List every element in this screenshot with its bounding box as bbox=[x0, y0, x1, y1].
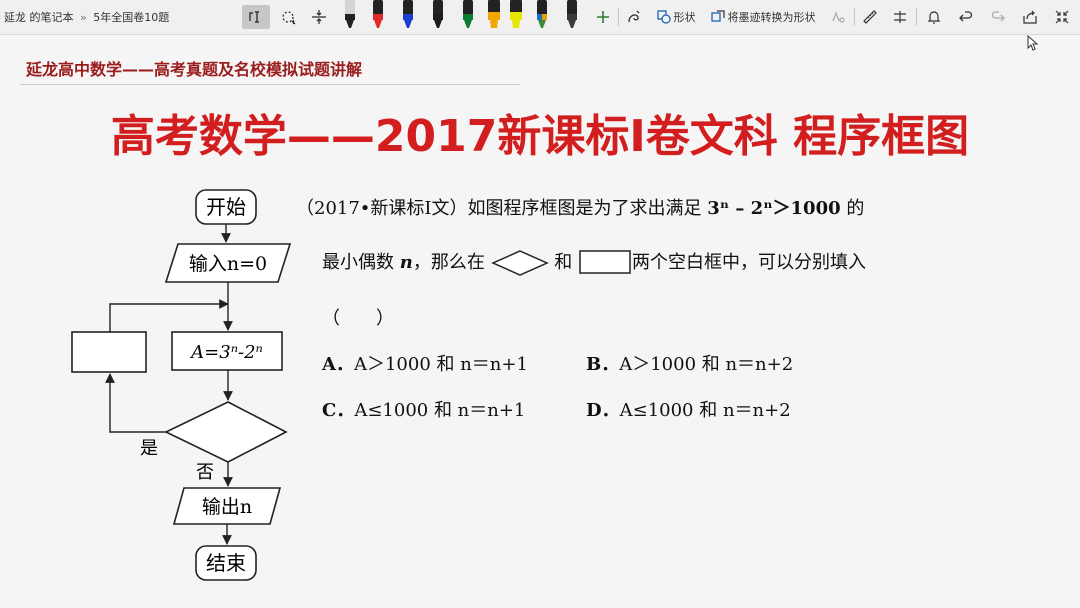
flow-yes-arrow bbox=[105, 373, 166, 433]
flowchart: 开始 输入n=0 A=3ⁿ-2ⁿ 是 否 输出n 结束 bbox=[71, 189, 292, 581]
ink-math-icon bbox=[832, 11, 845, 23]
pen-black-icon[interactable] bbox=[342, 0, 358, 30]
option-c-text: A≤1000 和 n＝n+1 bbox=[354, 400, 526, 421]
subtitle-underline bbox=[20, 84, 520, 85]
question-line2-suffix: 两个空白框中，可以分别填入 bbox=[632, 252, 867, 273]
option-a-label: A． bbox=[322, 354, 354, 375]
redo-button[interactable] bbox=[986, 5, 1010, 29]
option-a-text: A＞1000 和 n＝n+1 bbox=[353, 354, 528, 375]
insert-space-icon bbox=[312, 10, 326, 24]
ink-to-shape-label: 将墨迹转换为形状 bbox=[727, 11, 816, 24]
ink-to-shape-icon bbox=[710, 10, 725, 22]
option-d-label: D． bbox=[586, 400, 620, 421]
lasso-icon bbox=[282, 11, 296, 25]
question-line2-prefix: 最小偶数 bbox=[322, 252, 400, 273]
ink-replay-icon bbox=[628, 10, 640, 23]
undo-icon bbox=[959, 11, 973, 22]
toolbar-divider bbox=[854, 8, 855, 26]
breadcrumb-separator: » bbox=[80, 11, 87, 24]
flow-output-label: 输出n bbox=[202, 496, 252, 518]
add-pen-button[interactable] bbox=[592, 5, 614, 29]
diamond-shape-icon bbox=[490, 250, 549, 276]
question-stem-prefix: （2017•新课标Ⅰ文）如图程序框图是为了求出满足 bbox=[296, 198, 708, 219]
breadcrumb: 延龙 的笔记本 » 5年全国卷10题 bbox=[4, 9, 169, 25]
flow-start-label: 开始 bbox=[206, 195, 246, 219]
equation-icon bbox=[894, 11, 906, 23]
pen-gray-icon[interactable] bbox=[564, 0, 580, 30]
pen-dark-icon[interactable] bbox=[430, 0, 446, 30]
collapse-icon bbox=[1055, 10, 1069, 24]
answer-parentheses: （ ） bbox=[322, 308, 394, 329]
flow-input-label: 输入n=0 bbox=[189, 253, 267, 275]
ruler-button[interactable] bbox=[858, 5, 882, 29]
question-stem-suffix: 的 bbox=[840, 198, 865, 219]
option-d-text: A≤1000 和 n＝n+2 bbox=[619, 400, 791, 421]
option-b[interactable]: B．A＞1000 和 n＝n+2 bbox=[586, 350, 793, 376]
question-inequality: 3ⁿ – 2ⁿ＞1000 bbox=[707, 198, 841, 219]
toolbar-divider bbox=[618, 8, 619, 26]
pen-multicolor-icon[interactable] bbox=[534, 0, 550, 30]
course-subtitle: 延龙高中数学——高考真题及名校模拟试题讲解 bbox=[26, 60, 363, 79]
question-line2-mid: ，那么在 bbox=[412, 252, 485, 273]
breadcrumb-page[interactable]: 5年全国卷10题 bbox=[93, 11, 169, 24]
collapse-button[interactable] bbox=[1050, 5, 1074, 29]
ink-toolbar: 延龙 的笔记本 » 5年全国卷10题 形状 将墨迹转换为形状 bbox=[0, 0, 1080, 35]
notifications-button[interactable] bbox=[922, 5, 946, 29]
option-a[interactable]: A．A＞1000 和 n＝n+1 bbox=[322, 350, 528, 376]
ink-to-shape-button[interactable]: 将墨迹转换为形状 bbox=[710, 5, 816, 29]
breadcrumb-notebook[interactable]: 延龙 的笔记本 bbox=[4, 11, 74, 24]
toolbar-divider bbox=[916, 8, 917, 26]
question-line-2: 最小偶数 n，那么在 和 两个空白框中，可以分别填入 bbox=[322, 248, 866, 277]
share-button[interactable] bbox=[1018, 5, 1042, 29]
option-c[interactable]: C．A≤1000 和 n＝n+1 bbox=[322, 396, 525, 422]
highlighter-yellow-icon[interactable] bbox=[508, 0, 524, 30]
redo-icon bbox=[991, 11, 1005, 22]
question-and: 和 bbox=[554, 252, 573, 273]
question-variable: n bbox=[399, 252, 413, 273]
flow-no-label: 否 bbox=[196, 462, 214, 483]
pen-blue-icon[interactable] bbox=[400, 0, 416, 30]
bell-icon bbox=[927, 11, 941, 24]
ink-to-text-button[interactable] bbox=[622, 5, 646, 29]
question-line-1: （2017•新课标Ⅰ文）如图程序框图是为了求出满足 3ⁿ – 2ⁿ＞1000 的 bbox=[296, 194, 864, 220]
flow-end-label: 结束 bbox=[206, 551, 246, 575]
share-icon bbox=[1023, 10, 1037, 24]
lasso-select-button[interactable] bbox=[242, 5, 270, 29]
flow-yes-label: 是 bbox=[140, 438, 158, 459]
flow-process-blank bbox=[71, 331, 147, 373]
shapes-icon bbox=[656, 10, 671, 24]
flow-decision-blank bbox=[164, 401, 288, 463]
mouse-cursor-icon bbox=[1027, 35, 1039, 51]
option-b-label: B． bbox=[586, 354, 620, 375]
ruler-icon bbox=[863, 10, 877, 24]
pen-green-icon[interactable] bbox=[460, 0, 476, 30]
flow-process-label: A=3ⁿ-2ⁿ bbox=[189, 342, 263, 363]
page-title: 高考数学——2017新课标Ⅰ卷文科 程序框图 bbox=[110, 111, 970, 162]
flow-loop-arrow bbox=[109, 299, 229, 332]
highlighter-orange-icon[interactable] bbox=[486, 0, 502, 30]
pen-red-icon[interactable] bbox=[370, 0, 386, 30]
insert-space-button[interactable] bbox=[306, 5, 332, 29]
ink-to-math-button[interactable] bbox=[826, 5, 850, 29]
add-space-button[interactable] bbox=[275, 5, 301, 29]
shapes-label: 形状 bbox=[673, 11, 696, 24]
undo-button[interactable] bbox=[954, 5, 978, 29]
shapes-button[interactable]: 形状 bbox=[654, 5, 698, 29]
lasso-select-icon bbox=[249, 11, 259, 23]
rectangle-shape-icon bbox=[579, 250, 631, 274]
protractor-button[interactable] bbox=[888, 5, 912, 29]
plus-icon bbox=[597, 11, 609, 23]
option-c-label: C． bbox=[322, 400, 355, 421]
pen-palette bbox=[338, 0, 588, 34]
option-d[interactable]: D．A≤1000 和 n＝n+2 bbox=[586, 396, 791, 422]
option-b-text: A＞1000 和 n＝n+2 bbox=[619, 354, 794, 375]
